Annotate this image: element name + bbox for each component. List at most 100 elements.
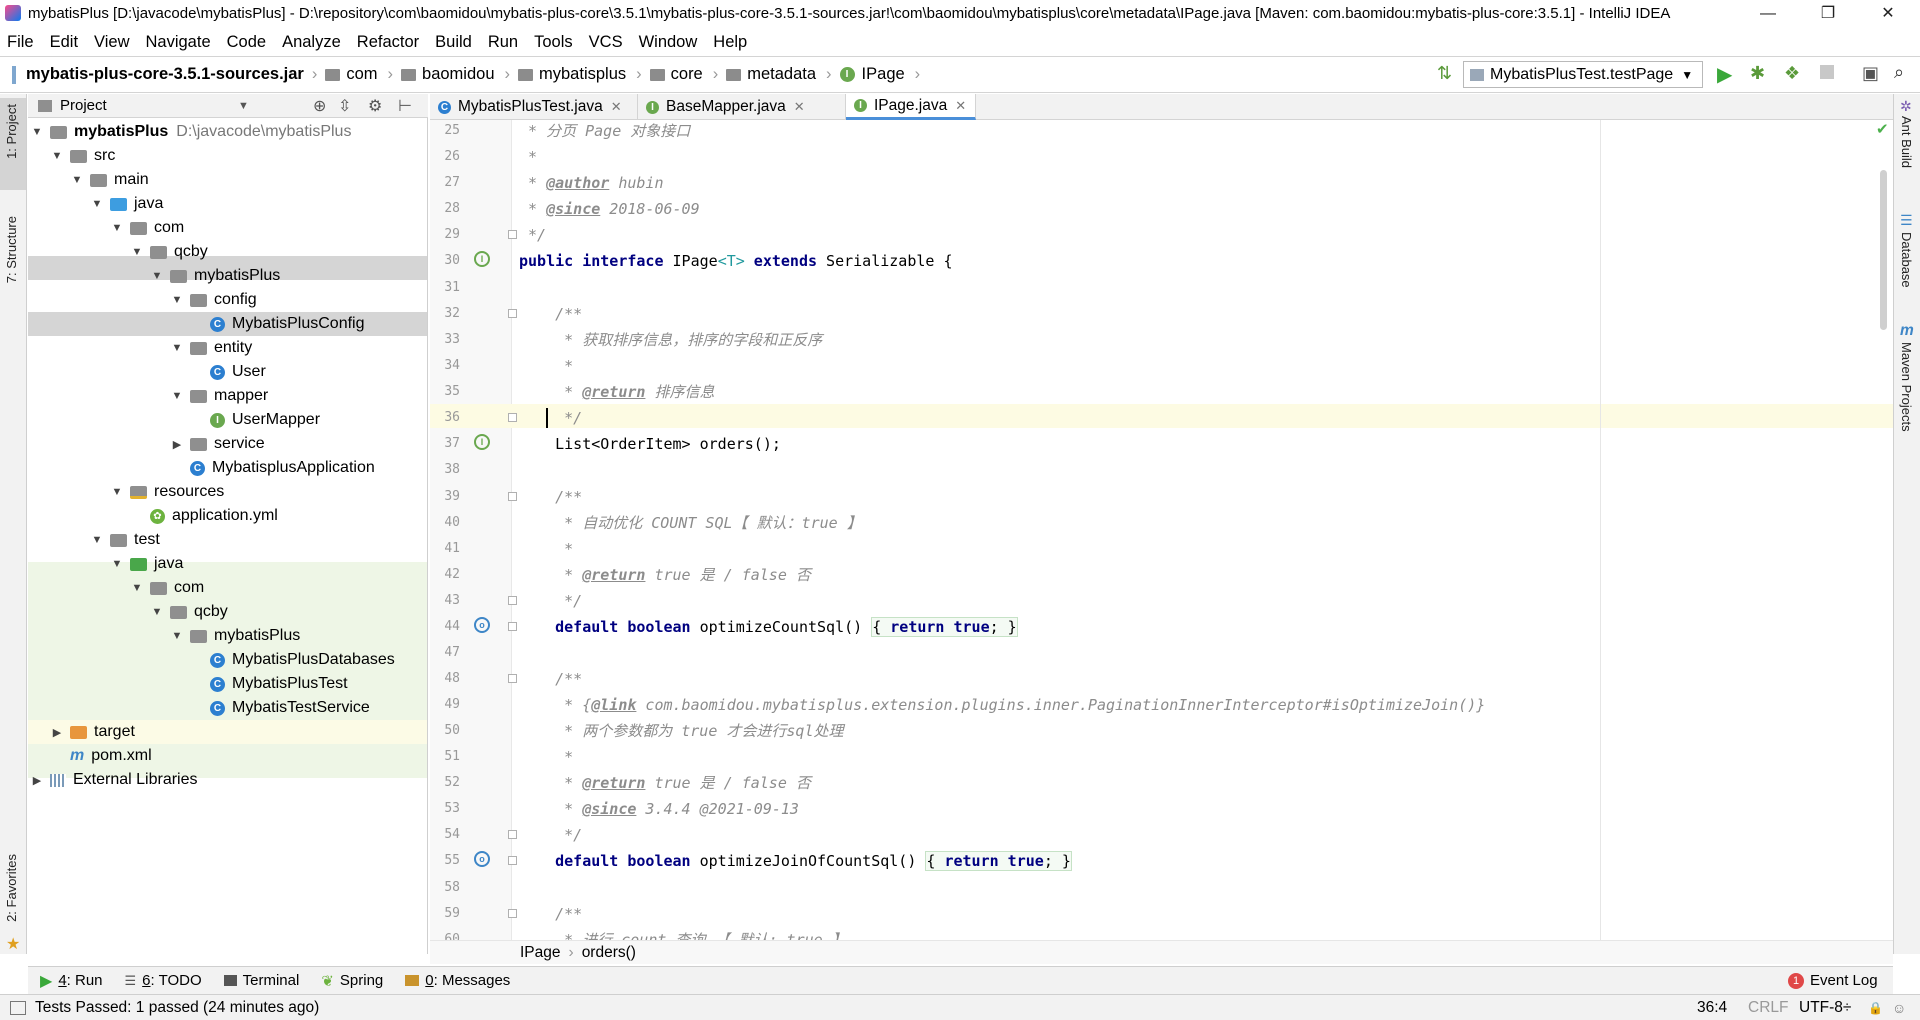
tree-node-mybatisplusdatabases[interactable]: C MybatisPlusDatabases [28,648,427,672]
gear-icon[interactable]: ⚙ [368,96,382,116]
tool-tab-messages[interactable]: 0: Messages [405,972,510,989]
tab-ipage-java[interactable]: I IPage.java ✕ [846,94,976,120]
menu-help[interactable]: Help [713,33,747,52]
caret-position[interactable]: 36:4 [1697,999,1727,1017]
build-sort-icon[interactable]: ⇅ [1437,63,1452,84]
overridden-icon[interactable]: o [474,617,490,633]
tab-project[interactable]: 1: Project [4,104,19,159]
menu-navigate[interactable]: Navigate [146,33,211,52]
tree-node-mapper[interactable]: ▼ mapper [28,384,427,408]
tree-node-entity[interactable]: ▼ entity [28,336,427,360]
tree-node-mybatisplus[interactable]: ▼ mybatisPlus [28,264,427,288]
close-icon[interactable]: ✕ [611,99,622,115]
menu-file[interactable]: File [7,33,34,52]
menu-analyze[interactable]: Analyze [282,33,341,52]
menu-refactor[interactable]: Refactor [357,33,419,52]
tool-tab-run[interactable]: ▶ 4: Run [40,971,103,991]
fold-marker-icon[interactable] [508,230,517,239]
fold-marker-icon[interactable] [508,596,517,605]
nav-root-jar[interactable]: mybatis-plus-core-3.5.1-sources.jar [26,65,304,84]
chevron-down-icon[interactable]: ▼ [238,100,249,112]
minimize-button[interactable]: — [1745,0,1791,28]
status-message[interactable]: Tests Passed: 1 passed (24 minutes ago) [35,999,319,1017]
tree-node-main[interactable]: ▼ main [28,168,427,192]
fold-marker-icon[interactable] [508,492,517,501]
lock-icon[interactable]: 🔒 [1868,1001,1883,1015]
menu-view[interactable]: View [94,33,129,52]
tree-node-pom[interactable]: m pom.xml [28,744,427,768]
tab-ant-build[interactable]: Ant Build [1899,116,1914,168]
menu-edit[interactable]: Edit [50,33,78,52]
tree-node-src[interactable]: ▼ src [28,144,427,168]
tab-mybatisplustest-java[interactable]: C MybatisPlusTest.java ✕ [430,94,638,120]
tree-node-test-mybatisplus[interactable]: ▼ mybatisPlus [28,624,427,648]
tool-tab-spring[interactable]: ❦ Spring [321,972,383,990]
tree-node-external-libraries[interactable]: ▶ External Libraries [28,768,427,792]
tree-node-mybatisplusapplication[interactable]: C MybatisplusApplication [28,456,427,480]
folded-method-body[interactable]: { return true; } [925,851,1072,871]
tab-maven-projects[interactable]: Maven Projects [1899,342,1914,432]
breadcrumb-method[interactable]: orders() [582,944,636,962]
tree-node-test[interactable]: ▼ test [28,528,427,552]
tree-node-root[interactable]: ▼ mybatisPlus D:\javacode\mybatisPlus [28,120,427,144]
fold-marker-icon[interactable] [508,674,517,683]
implemented-icon[interactable]: I [474,434,490,450]
expand-marker-icon[interactable] [508,622,517,631]
tab-favorites[interactable]: 2: Favorites [4,854,19,922]
tool-tab-event-log[interactable]: 1 Event Log [1788,972,1878,989]
tab-basemapper-java[interactable]: I BaseMapper.java ✕ [638,94,846,120]
close-icon[interactable]: ✕ [955,98,966,114]
tree-node-application-yml[interactable]: ✿ application.yml [28,504,427,528]
tree-node-com[interactable]: ▼ com [28,216,427,240]
tree-node-user[interactable]: C User [28,360,427,384]
tree-node-resources[interactable]: ▼ resources [28,480,427,504]
hide-panel-icon[interactable]: ⊢ [398,96,412,116]
tool-tab-todo[interactable]: ☰ 6: TODO [125,972,202,989]
panel-toggle-icon[interactable] [10,1000,26,1015]
tree-node-mybatisplusconfig[interactable]: C MybatisPlusConfig [28,312,427,336]
tree-node-test-com[interactable]: ▼ com [28,576,427,600]
line-separator[interactable]: CRLF [1748,999,1788,1017]
tree-node-config[interactable]: ▼ config [28,288,427,312]
tab-database[interactable]: Database [1899,232,1914,288]
nav-crumb-ipage[interactable]: I IPage › [839,65,920,84]
close-icon[interactable]: ✕ [794,99,805,115]
menu-vcs[interactable]: VCS [589,33,623,52]
nav-crumb-metadata[interactable]: metadata › [726,65,832,84]
vertical-scrollbar[interactable] [1880,170,1887,330]
menu-tools[interactable]: Tools [534,33,573,52]
fold-marker-icon[interactable] [508,830,517,839]
project-structure-icon[interactable]: ▣ [1862,63,1879,84]
nav-crumb-core[interactable]: core › [649,65,718,84]
collapse-all-icon[interactable]: ⇳ [338,96,351,116]
tree-node-target[interactable]: ▶ target [28,720,427,744]
menu-build[interactable]: Build [435,33,472,52]
project-panel-title[interactable]: Project [60,97,107,114]
tree-node-test-java[interactable]: ▼ java [28,552,427,576]
menu-code[interactable]: Code [227,33,266,52]
folded-method-body[interactable]: { return true; } [871,617,1018,637]
menu-window[interactable]: Window [639,33,698,52]
tool-tab-terminal[interactable]: Terminal [223,972,299,989]
menu-run[interactable]: Run [488,33,518,52]
close-window-button[interactable]: ✕ [1865,0,1911,28]
fold-marker-icon[interactable] [508,909,517,918]
search-everywhere-icon[interactable]: ⌕ [1894,62,1904,83]
file-encoding[interactable]: UTF-8÷ [1799,999,1851,1017]
inspector-icon[interactable]: ☺ [1892,1000,1906,1016]
tree-node-qcby[interactable]: ▼ qcby [28,240,427,264]
fold-marker-icon[interactable] [508,309,517,318]
tree-node-service[interactable]: ▶ service [28,432,427,456]
breadcrumb-class[interactable]: IPage [520,944,561,962]
tree-node-mybatisplustest[interactable]: C MybatisPlusTest [28,672,427,696]
expand-marker-icon[interactable] [508,856,517,865]
tree-node-usermapper[interactable]: I UserMapper [28,408,427,432]
stop-icon[interactable] [1820,65,1834,79]
tab-structure[interactable]: 7: Structure [4,216,19,283]
run-config-select[interactable]: MybatisPlusTest.testPage ▼ [1463,61,1703,88]
restore-button[interactable]: ❐ [1805,0,1851,28]
tree-node-java[interactable]: ▼ java [28,192,427,216]
locate-icon[interactable]: ⊕ [313,96,326,116]
implemented-icon[interactable]: I [474,251,490,267]
overridden-icon[interactable]: o [474,851,490,867]
